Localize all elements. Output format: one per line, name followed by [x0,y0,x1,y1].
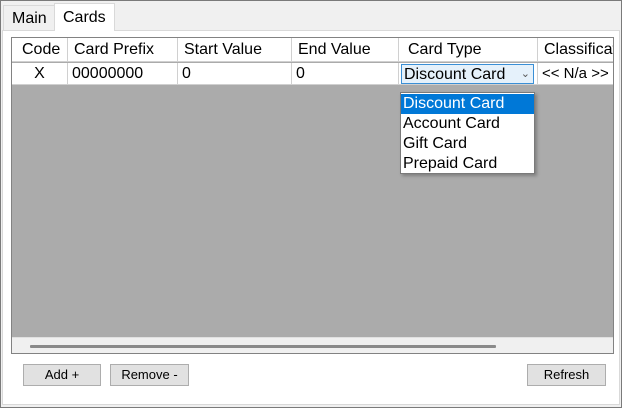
cell-end-value[interactable]: 0 [292,63,399,84]
dropdown-option-discount-card[interactable]: Discount Card [401,94,534,114]
card-type-dropdown-list: Discount Card Account Card Gift Card Pre… [400,92,535,174]
horizontal-scrollbar[interactable] [12,337,613,353]
cell-code[interactable]: X [12,63,68,84]
scrollbar-thumb[interactable] [30,345,496,348]
cell-card-type: Discount Card ⌄ [399,63,538,84]
column-header-code[interactable]: Code [12,38,68,61]
card-type-combobox[interactable]: Discount Card ⌄ [401,64,534,84]
column-header-start-value[interactable]: Start Value [178,38,292,61]
cards-grid: Code Card Prefix Start Value End Value C… [11,37,614,354]
dropdown-option-prepaid-card[interactable]: Prepaid Card [401,154,534,174]
column-header-end-value[interactable]: End Value [292,38,399,61]
remove-button[interactable]: Remove - [110,364,189,386]
table-row[interactable]: X 00000000 0 0 Discount Card ⌄ << N/a >> [12,63,613,85]
refresh-button[interactable]: Refresh [527,364,606,386]
column-header-card-type[interactable]: Card Type [399,38,538,61]
dropdown-option-gift-card[interactable]: Gift Card [401,134,534,154]
card-type-combobox-value: Discount Card [404,66,506,83]
tab-main[interactable]: Main [3,5,55,31]
grid-header: Code Card Prefix Start Value End Value C… [12,38,613,62]
dropdown-option-account-card[interactable]: Account Card [401,114,534,134]
column-header-classification[interactable]: Classificat [538,38,613,61]
chevron-down-icon[interactable]: ⌄ [521,65,530,84]
window-frame: Main Cards Code Card Prefix Start Value … [0,0,622,408]
cell-start-value[interactable]: 0 [178,63,292,84]
tab-cards[interactable]: Cards [54,3,115,31]
add-button[interactable]: Add + [23,364,101,386]
column-header-card-prefix[interactable]: Card Prefix [68,38,178,61]
cell-card-prefix[interactable]: 00000000 [68,63,178,84]
cell-classification[interactable]: << N/a >> [538,63,613,84]
